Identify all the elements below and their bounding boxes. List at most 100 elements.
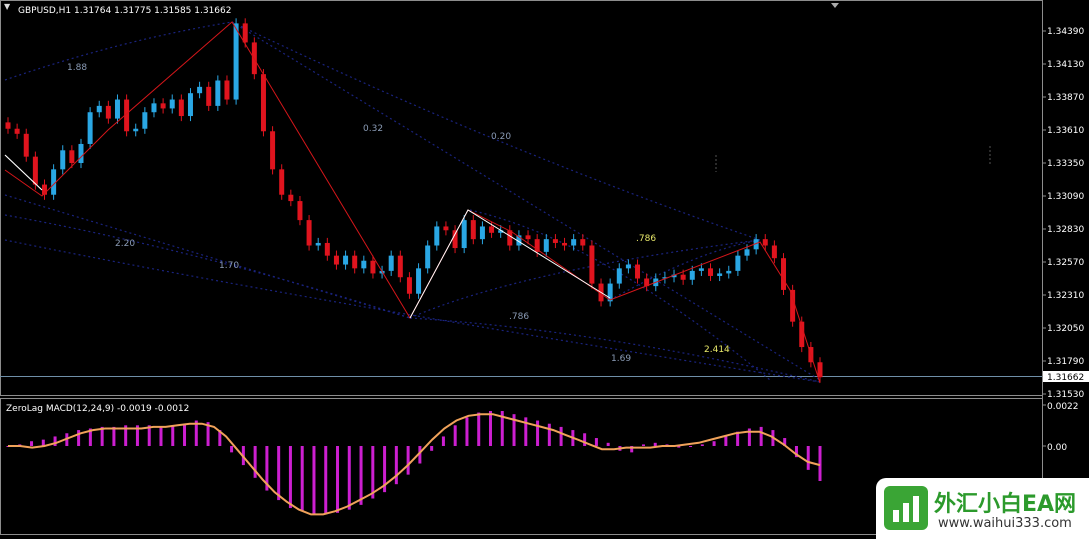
candle-body xyxy=(370,260,376,274)
bar-chart-logo-icon xyxy=(884,486,928,530)
candle-body xyxy=(197,86,203,94)
candle-body xyxy=(187,93,193,117)
candle-body xyxy=(406,277,412,294)
candle-body xyxy=(288,194,294,202)
candle-body xyxy=(361,260,367,269)
watermark: 外汇小白EA网 www.waihui333.com xyxy=(876,478,1089,539)
candle-body xyxy=(452,230,458,249)
candle-body xyxy=(416,268,422,294)
macd-bar xyxy=(183,423,187,446)
candle-body xyxy=(507,230,513,246)
macd-bar xyxy=(689,446,693,447)
candle-body xyxy=(96,105,102,113)
macd-bar xyxy=(724,436,728,446)
macd-bar xyxy=(806,446,810,470)
watermark-title: 外汇小白EA网 xyxy=(934,492,1077,517)
candle-body xyxy=(160,103,166,109)
candle-body xyxy=(680,274,686,280)
candle-body xyxy=(562,242,568,246)
candle-body xyxy=(279,169,285,195)
price-tick-label: 1.32050 xyxy=(1047,324,1084,334)
candle-body xyxy=(397,255,403,278)
candle-body xyxy=(489,226,495,233)
candle-body xyxy=(114,99,120,119)
macd-bar xyxy=(477,412,481,446)
fibo-label: 0.20 xyxy=(491,132,511,142)
candle-body xyxy=(352,255,358,269)
candle-body xyxy=(708,268,714,276)
candle-body xyxy=(571,239,577,246)
macd-bar xyxy=(453,425,457,446)
candle-body xyxy=(461,220,467,249)
macd-bar xyxy=(336,446,340,513)
macd-bar xyxy=(583,433,587,446)
price-tick-label: 1.34390 xyxy=(1047,27,1084,37)
macd-bar xyxy=(171,425,175,446)
macd-bar xyxy=(465,417,469,446)
candle-body xyxy=(543,239,549,252)
macd-bar xyxy=(77,430,81,446)
macd-bar xyxy=(312,446,316,515)
candle-body xyxy=(5,122,11,129)
candle-body xyxy=(790,289,796,322)
price-tick-label: 1.33870 xyxy=(1047,93,1084,103)
candle-body xyxy=(260,74,266,132)
macd-bar xyxy=(430,446,434,451)
macd-bar xyxy=(371,446,375,499)
fibo-label: 2.414 xyxy=(704,345,730,355)
candle-body xyxy=(142,112,148,129)
candlesticks xyxy=(5,18,823,383)
chart-menu-icon[interactable]: ▼ xyxy=(4,2,10,11)
fibo-label: .786 xyxy=(509,312,529,322)
macd-bar xyxy=(300,446,304,512)
candle-body xyxy=(635,264,641,279)
candle-body xyxy=(78,143,84,163)
candle-body xyxy=(580,239,586,246)
candle-body xyxy=(206,86,212,106)
macd-bar xyxy=(559,426,563,446)
candle-body xyxy=(388,255,394,271)
price-axis: 1.34390 1.34130 1.33870 1.33610 1.33350 1.330… xyxy=(1042,27,1084,400)
candle-body xyxy=(744,249,750,256)
macd-bar xyxy=(347,446,351,510)
chart-canvas[interactable]: 1.88 0.32 0.20 2.20 1.70 .786 .786 1.69 … xyxy=(0,0,1089,539)
candle-body xyxy=(14,128,20,134)
candle-body xyxy=(343,255,349,265)
candle-body xyxy=(817,362,823,378)
chart-shift-icon[interactable] xyxy=(831,3,839,8)
watermark-url: www.waihui333.com xyxy=(938,516,1072,531)
candle-body xyxy=(443,226,449,231)
price-tick-label: 1.31790 xyxy=(1047,357,1084,367)
macd-bar xyxy=(30,441,34,446)
candle-body xyxy=(425,245,431,269)
candle-body xyxy=(717,273,723,276)
macd-title: ZeroLag MACD(12,24,9) -0.0019 -0.0012 xyxy=(6,404,189,414)
macd-bar xyxy=(441,436,445,446)
macd-bar xyxy=(324,446,328,515)
candle-body xyxy=(771,245,777,259)
candle-body xyxy=(306,220,312,246)
candle-body xyxy=(224,80,230,100)
candle-body xyxy=(616,268,622,284)
candle-body xyxy=(60,150,66,170)
candle-body xyxy=(151,103,157,113)
candle-body xyxy=(242,23,248,43)
macd-bar xyxy=(594,438,598,446)
main-chart-frame xyxy=(0,0,1043,396)
price-tick-label: 1.31530 xyxy=(1047,390,1084,400)
macd-histogram xyxy=(6,411,822,515)
symbol-info: GBPUSD,H1 1.31764 1.31775 1.31585 1.3166… xyxy=(18,6,231,16)
price-tick-label: 1.34130 xyxy=(1047,60,1084,70)
candle-body xyxy=(698,268,704,271)
price-tick-label: 1.32570 xyxy=(1047,258,1084,268)
candle-body xyxy=(689,270,695,280)
candle-body xyxy=(23,133,29,157)
candle-body xyxy=(215,80,221,106)
candle-body xyxy=(169,99,175,109)
candle-body xyxy=(105,105,111,119)
candle-body xyxy=(233,23,239,100)
candle-body xyxy=(781,258,787,290)
fibo-label: 1.69 xyxy=(611,354,631,364)
candle-body xyxy=(32,156,38,185)
macd-bar xyxy=(536,420,540,446)
